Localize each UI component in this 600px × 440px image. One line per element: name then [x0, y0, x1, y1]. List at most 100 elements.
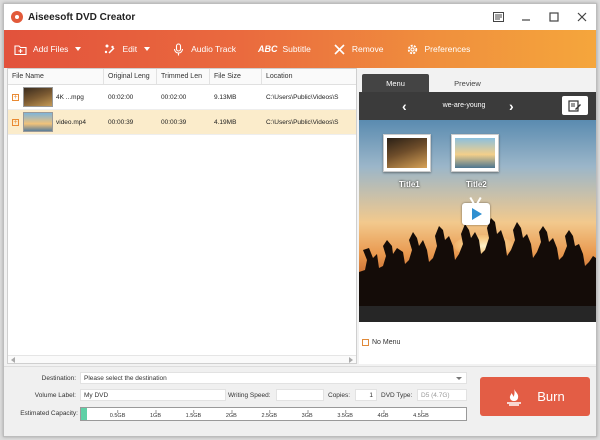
table-row[interactable]: + video.mp4 00:00:39 00:00:39 4.19MB C:\… — [8, 110, 356, 135]
menu-preview-canvas[interactable]: Title1 Title2 — [359, 120, 596, 306]
no-menu-label: No Menu — [372, 339, 401, 346]
file-list-header: File Name Original Leng Trimmed Len File… — [8, 69, 356, 85]
preferences-label: Preferences — [424, 44, 471, 54]
title1-label[interactable]: Title1 — [399, 180, 420, 189]
capacity-tick-label: 3.5GB — [337, 410, 353, 419]
capacity-bar: 0.5GB 1GB 1.5GB 2GB 2.5GB 3GB 3.5GB 4GB 4.5GB — [80, 407, 467, 421]
capacity-tick-label: 4GB — [377, 410, 389, 419]
close-icon[interactable] — [576, 11, 588, 23]
preferences-button[interactable]: Preferences — [406, 43, 471, 56]
scroll-right-icon[interactable] — [349, 357, 353, 363]
subtitle-label: Subtitle — [282, 44, 311, 54]
panel-tabs: Menu Preview — [359, 74, 596, 92]
expand-plus-icon[interactable]: + — [12, 93, 19, 101]
column-header-location[interactable]: Location — [262, 69, 356, 84]
expand-plus-icon[interactable]: + — [12, 118, 19, 126]
table-row[interactable]: + 4K ...mpg 00:02:00 00:02:00 9.13MB C:\… — [8, 85, 356, 110]
minimize-icon[interactable] — [520, 11, 532, 23]
column-header-trimmed-length[interactable]: Trimmed Len — [157, 69, 210, 84]
title-bar: Aiseesoft DVD Creator — [4, 4, 596, 30]
remove-x-icon — [334, 43, 345, 55]
file-name: video.mp4 — [56, 118, 86, 126]
file-size-cell: 9.13MB — [214, 93, 237, 101]
menu-template-name: we-are-young — [442, 102, 486, 109]
scroll-left-icon[interactable] — [11, 357, 15, 363]
app-logo-icon — [11, 11, 23, 23]
file-name-cell: + 4K ...mpg — [8, 85, 104, 109]
chevron-down-icon — [456, 377, 462, 380]
file-size-cell: 4.19MB — [214, 118, 237, 126]
volume-label-label: Volume Label: — [34, 392, 76, 399]
writing-speed-dropdown[interactable] — [276, 389, 324, 401]
gear-icon — [407, 44, 417, 54]
estimated-capacity-label: Estimated Capacity: — [20, 410, 78, 417]
preview-bottom-strip — [359, 306, 596, 322]
play-tv-icon[interactable] — [462, 203, 490, 225]
audio-track-button[interactable]: Audio Track — [172, 42, 236, 56]
title2-label[interactable]: Title2 — [466, 180, 487, 189]
destination-dropdown[interactable]: Please select the destination — [80, 372, 467, 384]
add-files-button[interactable]: Add Files — [14, 43, 82, 56]
chevron-right-icon[interactable]: › — [509, 98, 514, 114]
microphone-icon — [174, 42, 184, 55]
capacity-tick-label: 4.5GB — [413, 410, 429, 419]
column-header-original-length[interactable]: Original Leng — [104, 69, 157, 84]
dvd-type-dropdown[interactable]: D5 (4.7G) — [417, 389, 467, 401]
edit-menu-icon — [568, 99, 581, 112]
capacity-tick-label: 1.5GB — [185, 410, 202, 419]
copies-value: 1 — [369, 391, 373, 399]
add-files-label: Add Files — [33, 44, 69, 54]
writing-speed-label: Writing Speed: — [228, 392, 271, 399]
destination-label: Destination: — [41, 375, 76, 382]
location-cell: C:\Users\Public\Videos\S — [266, 118, 339, 126]
edit-label: Edit — [122, 44, 138, 54]
dvd-type-value: D5 (4.7G) — [421, 391, 450, 399]
subtitle-button[interactable]: ABC Subtitle — [258, 44, 311, 54]
menu-template-nav: ‹ we-are-young › — [359, 92, 596, 120]
video-thumbnail — [23, 87, 53, 107]
capacity-tick-label: 1GB — [149, 410, 161, 419]
video-thumbnail — [23, 112, 53, 132]
chevron-down-icon[interactable] — [144, 47, 151, 51]
burn-button[interactable]: Burn — [480, 377, 590, 416]
capacity-tick-label: 2GB — [225, 410, 237, 419]
horizontal-scrollbar[interactable] — [8, 355, 356, 363]
file-name-cell: + video.mp4 — [8, 110, 104, 134]
trimmed-length-cell: 00:02:00 — [161, 93, 187, 101]
tab-preview[interactable]: Preview — [434, 74, 501, 92]
edit-star-icon — [105, 44, 115, 54]
column-header-file-name[interactable]: File Name — [8, 69, 104, 84]
location-cell: C:\Users\Public\Videos\S — [266, 93, 339, 101]
burn-label: Burn — [537, 389, 565, 404]
output-settings: Destination: Please select the destinati… — [4, 366, 596, 436]
volume-label-input[interactable]: My DVD — [80, 389, 226, 401]
maximize-icon[interactable] — [548, 11, 560, 23]
copies-label: Copies: — [328, 392, 351, 399]
original-length-cell: 00:02:00 — [108, 93, 134, 101]
audio-track-label: Audio Track — [191, 44, 236, 54]
capacity-tick-label: 3GB — [301, 410, 313, 419]
volume-label-value: My DVD — [84, 391, 109, 399]
remove-button[interactable]: Remove — [333, 43, 384, 56]
copies-input[interactable]: 1 — [355, 389, 377, 401]
edit-menu-button[interactable] — [562, 96, 588, 115]
title1-thumbnail[interactable] — [383, 134, 431, 172]
trimmed-length-cell: 00:00:39 — [161, 118, 187, 126]
menu-panel: Menu Preview ‹ we-are-young › Title1 Tit… — [359, 74, 596, 364]
capacity-tick-label: 2.5GB — [261, 410, 278, 419]
original-length-cell: 00:00:39 — [108, 118, 134, 126]
toolbar: Add Files Edit Audio Track ABC Subtitle … — [4, 30, 596, 68]
feedback-menu-icon[interactable] — [492, 11, 504, 23]
dvd-type-label: DVD Type: — [381, 392, 413, 399]
chevron-left-icon[interactable]: ‹ — [402, 98, 407, 114]
file-name: 4K ...mpg — [56, 93, 84, 101]
chevron-down-icon[interactable] — [75, 47, 82, 51]
edit-button[interactable]: Edit — [103, 43, 151, 56]
no-menu-checkbox[interactable] — [362, 339, 369, 346]
title2-thumbnail[interactable] — [451, 134, 499, 172]
no-menu-option[interactable]: No Menu — [362, 339, 400, 346]
destination-value: Please select the destination — [84, 374, 167, 382]
capacity-tick-label: 0.5GB — [109, 410, 126, 419]
tab-menu[interactable]: Menu — [362, 74, 429, 92]
column-header-file-size[interactable]: File Size — [210, 69, 262, 84]
